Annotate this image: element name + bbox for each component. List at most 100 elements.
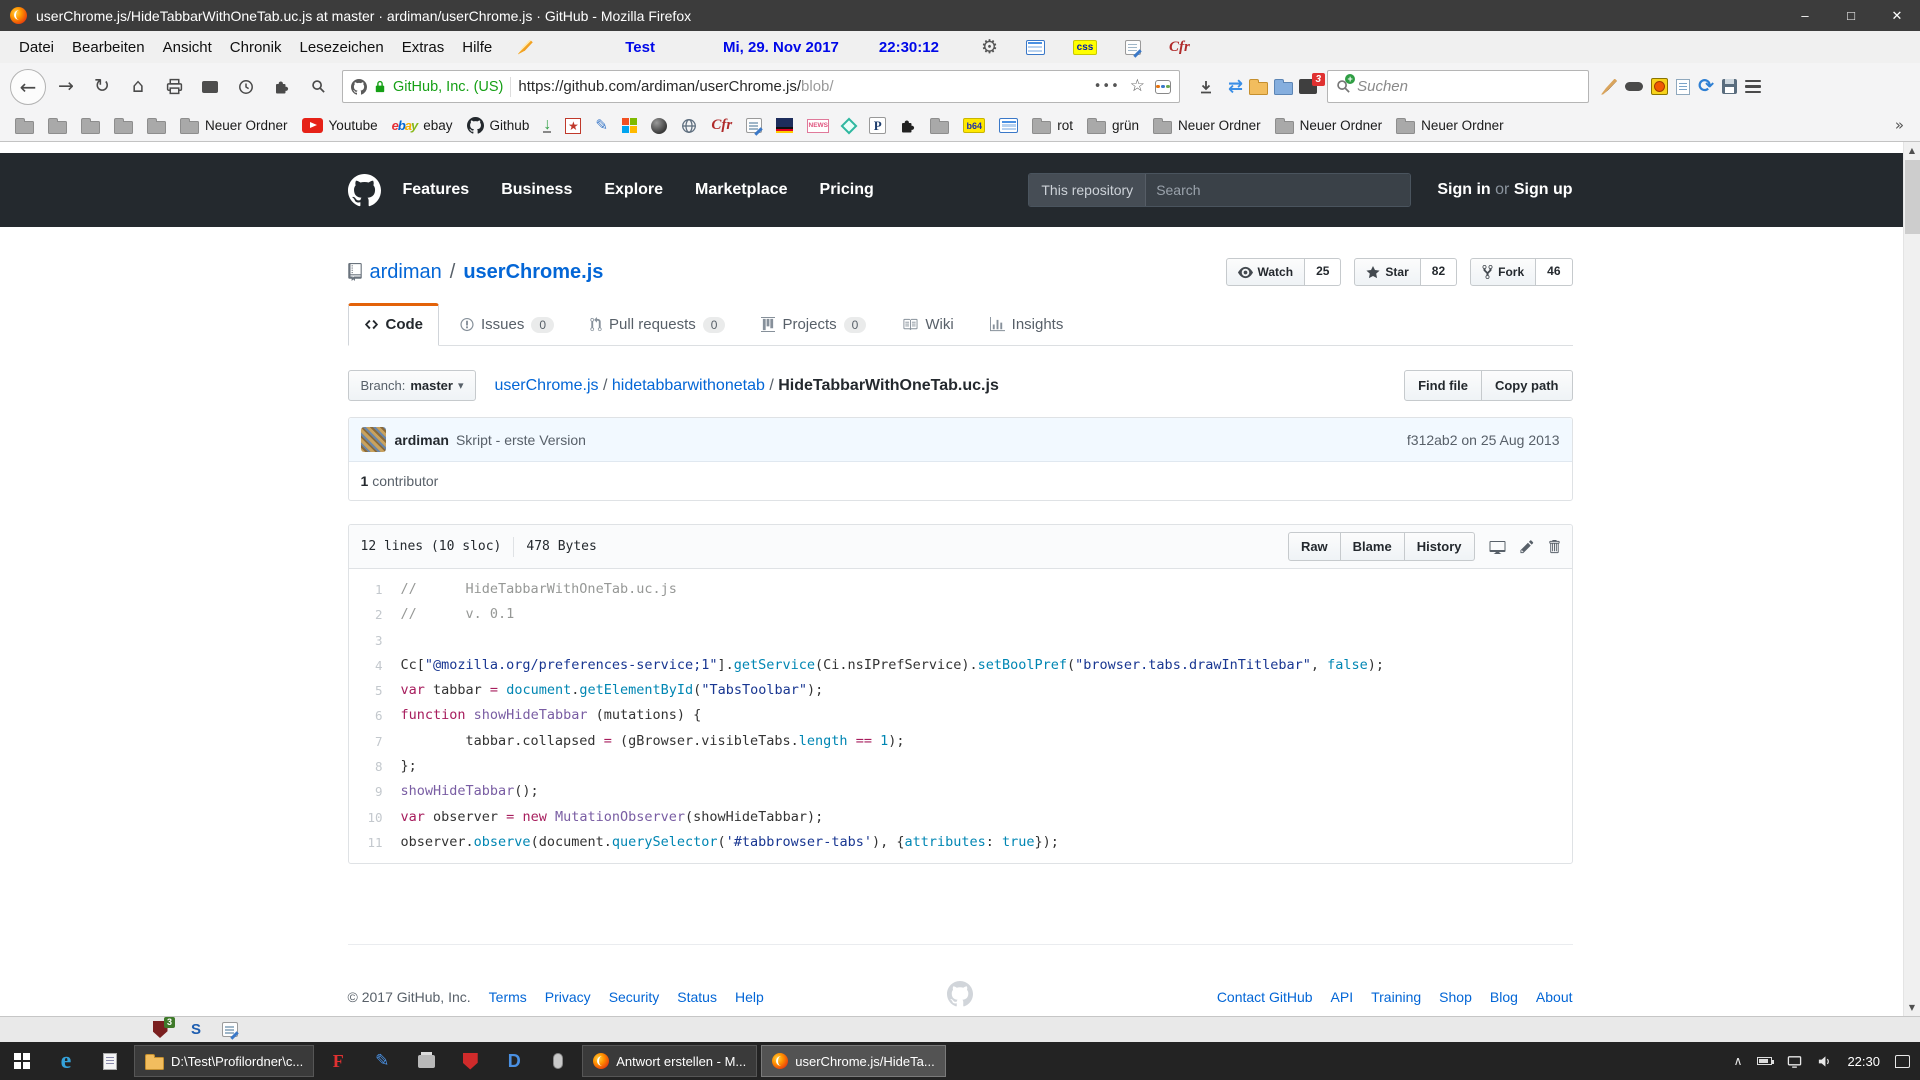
- bookmark-item[interactable]: [107, 114, 140, 137]
- bookmark-item[interactable]: [739, 115, 769, 136]
- breadcrumb-link[interactable]: hidetabbarwithonetab: [612, 377, 765, 394]
- menu-ansicht[interactable]: Ansicht: [154, 35, 221, 60]
- history-button[interactable]: History: [1405, 532, 1475, 561]
- scrollbar-up-arrow[interactable]: ▲: [1904, 142, 1920, 159]
- avatar[interactable]: [361, 427, 386, 452]
- fork-button[interactable]: Fork: [1470, 258, 1536, 286]
- sidebar-panel-icon[interactable]: 3: [1299, 79, 1317, 94]
- avira-shield-icon[interactable]: [448, 1042, 492, 1080]
- privacy-mask-icon[interactable]: [1625, 82, 1643, 91]
- css-badge-icon[interactable]: css: [1073, 38, 1097, 57]
- bookmark-item[interactable]: rot: [1025, 114, 1080, 137]
- fork-count[interactable]: 46: [1536, 258, 1572, 286]
- battery-icon[interactable]: [1757, 1057, 1772, 1065]
- footer-link-privacy[interactable]: Privacy: [545, 989, 591, 1005]
- bookmark-item[interactable]: Neuer Ordner: [1268, 114, 1390, 137]
- open-desktop-button[interactable]: [1489, 539, 1506, 555]
- github-logo-icon[interactable]: [348, 174, 381, 207]
- gh-nav-pricing[interactable]: Pricing: [820, 181, 874, 199]
- d-blue-icon[interactable]: D: [492, 1042, 536, 1080]
- bookmark-item[interactable]: ★: [558, 115, 588, 137]
- line-number[interactable]: 10: [349, 805, 401, 830]
- search-bar[interactable]: [1327, 70, 1589, 103]
- menu-hilfe[interactable]: Hilfe: [453, 35, 501, 60]
- bookmark-item[interactable]: [8, 114, 41, 137]
- mouse-icon[interactable]: [536, 1042, 580, 1080]
- window-panel-icon[interactable]: [1026, 38, 1045, 57]
- chat-bubble-icon[interactable]: [1895, 1055, 1910, 1068]
- footer-link-blog[interactable]: Blog: [1490, 989, 1518, 1005]
- bookmark-item[interactable]: [923, 114, 956, 137]
- taskbar-window-button[interactable]: userChrome.js/HideTa...: [761, 1045, 945, 1077]
- bookmark-item[interactable]: grün: [1080, 114, 1146, 137]
- footer-link-about[interactable]: About: [1536, 989, 1573, 1005]
- raw-button[interactable]: Raw: [1288, 532, 1341, 561]
- ublock-shield-icon[interactable]: 3: [150, 1020, 170, 1040]
- github-search[interactable]: This repository: [1028, 173, 1411, 207]
- gh-nav-business[interactable]: Business: [501, 181, 572, 199]
- bookmark-item[interactable]: [836, 117, 862, 135]
- watch-count[interactable]: 25: [1305, 258, 1341, 286]
- download-arrow-icon[interactable]: [1190, 71, 1222, 103]
- folder-gold-icon[interactable]: [1249, 78, 1268, 95]
- url-bar[interactable]: GitHub, Inc. (US) https://github.com/ard…: [342, 70, 1180, 103]
- f-red-icon[interactable]: F: [316, 1042, 360, 1080]
- bookmark-item[interactable]: Youtube: [295, 115, 385, 136]
- bookmark-item[interactable]: Cfr: [704, 114, 739, 137]
- bookmark-item[interactable]: ↓: [536, 115, 558, 136]
- notes-icon[interactable]: [1125, 38, 1141, 57]
- gear-icon[interactable]: ⚙: [981, 38, 998, 57]
- chevron-up-icon[interactable]: ∧: [1734, 1055, 1743, 1067]
- branch-select-button[interactable]: Branch: master ▾: [348, 370, 477, 401]
- reload-button[interactable]: ↻: [86, 71, 118, 103]
- footer-link-api[interactable]: API: [1331, 989, 1354, 1005]
- noscript-orange-icon[interactable]: [1651, 78, 1668, 95]
- translate-icon[interactable]: ⇄: [1228, 78, 1243, 96]
- close-button[interactable]: ✕: [1874, 0, 1920, 31]
- start-button[interactable]: [0, 1042, 44, 1080]
- repo-name-link[interactable]: userChrome.js: [463, 261, 603, 284]
- bookmark-item[interactable]: [140, 114, 173, 137]
- display-icon[interactable]: [1787, 1054, 1802, 1069]
- taskbar-window-button[interactable]: Antwort erstellen - M...: [582, 1045, 757, 1077]
- copy-path-button[interactable]: Copy path: [1482, 370, 1573, 401]
- find-file-button[interactable]: Find file: [1404, 370, 1482, 401]
- bookmark-item[interactable]: Neuer Ordner: [173, 114, 295, 137]
- search-engine-icon[interactable]: [1336, 79, 1351, 94]
- cfr-badge-icon[interactable]: Cfr: [711, 117, 732, 134]
- folder-blue-icon[interactable]: [1274, 78, 1293, 95]
- repo-owner-link[interactable]: ardiman: [370, 261, 442, 284]
- tab-code[interactable]: Code: [348, 303, 440, 346]
- footer-link-shop[interactable]: Shop: [1439, 989, 1472, 1005]
- edit-button[interactable]: [1520, 539, 1534, 555]
- scrollbar-down-arrow[interactable]: ▼: [1904, 999, 1920, 1016]
- maximize-button[interactable]: □: [1828, 0, 1874, 31]
- window-panel-icon[interactable]: [999, 118, 1018, 133]
- bookmarks-overflow-chevron[interactable]: »: [1887, 118, 1912, 133]
- tab-issues[interactable]: Issues0: [445, 303, 569, 346]
- line-number[interactable]: 3: [349, 628, 401, 653]
- menu-lesezeichen[interactable]: Lesezeichen: [290, 35, 392, 60]
- home-button[interactable]: ⌂: [122, 71, 154, 103]
- tab-wiki[interactable]: Wiki: [887, 303, 968, 346]
- watch-button[interactable]: Watch: [1226, 258, 1306, 286]
- bookmark-item[interactable]: ✎: [588, 115, 615, 136]
- notes-icon[interactable]: [222, 1022, 238, 1037]
- line-number[interactable]: 4: [349, 653, 401, 678]
- speaker-icon[interactable]: [1817, 1054, 1832, 1069]
- line-number[interactable]: 1: [349, 577, 401, 602]
- paintbrush-icon[interactable]: [1601, 79, 1617, 95]
- bookmark-item[interactable]: [644, 115, 674, 137]
- commit-message-link[interactable]: Skript - erste Version: [456, 432, 586, 448]
- line-number[interactable]: 7: [349, 729, 401, 754]
- footer-link-security[interactable]: Security: [609, 989, 660, 1005]
- menu-extras[interactable]: Extras: [393, 35, 454, 60]
- footer-link-contact-github[interactable]: Contact GitHub: [1217, 989, 1313, 1005]
- blame-button[interactable]: Blame: [1341, 532, 1405, 561]
- menu-datei[interactable]: Datei: [10, 35, 63, 60]
- bookmark-star-icon[interactable]: ☆: [1130, 78, 1145, 95]
- screengrab-icon[interactable]: [194, 71, 226, 103]
- marker-pen-icon[interactable]: [513, 36, 537, 58]
- star-count[interactable]: 82: [1421, 258, 1457, 286]
- line-number[interactable]: 2: [349, 602, 401, 627]
